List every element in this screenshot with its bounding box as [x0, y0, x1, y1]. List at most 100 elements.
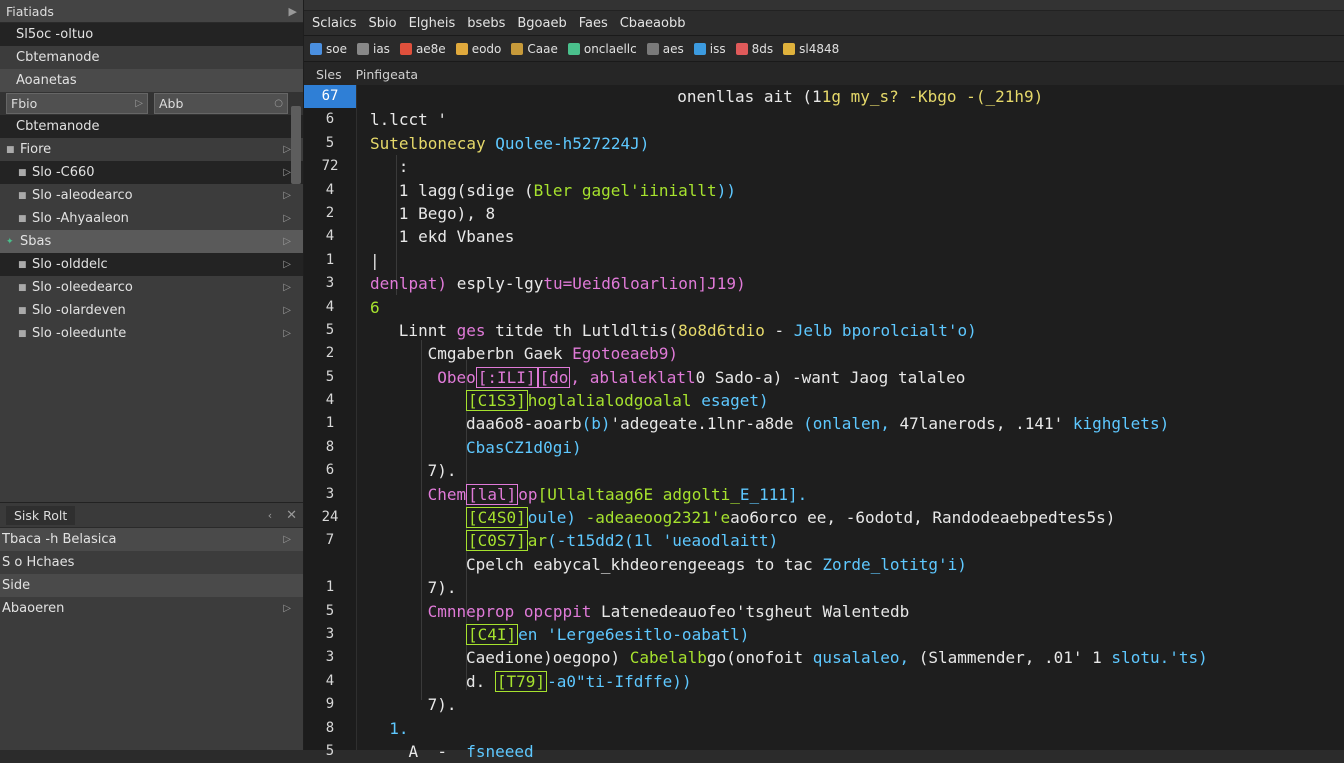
- toolbar-button[interactable]: aes: [646, 42, 684, 56]
- code-token: odgoalal: [614, 391, 702, 411]
- code-line: d. [T79] -a0"ti-Ifdffe)): [370, 670, 1344, 693]
- line-number: 24: [321, 509, 339, 526]
- menu-item[interactable]: Bgoaeb: [517, 16, 566, 31]
- code-line: Linnt ges titde th Lutldltis(8o8d6tdio -…: [370, 319, 1344, 342]
- chevron-right-icon[interactable]: ▷: [283, 603, 291, 614]
- chevron-right-icon[interactable]: ▷: [283, 236, 291, 247]
- line-number-gutter: 67 6 5 72 4 2 4 1 3 4 5 2 5 4 1 8 6 3 24 7 1 5 3 3 4 9 8 5: [304, 85, 357, 759]
- tree-item[interactable]: ■ Fiore ▷: [0, 138, 303, 161]
- code-token: al: [595, 391, 615, 411]
- tree-item[interactable]: ■ Slo -aleodearco ▷: [0, 184, 303, 207]
- chevron-right-icon[interactable]: ▷: [283, 259, 291, 270]
- tree-item[interactable]: Cbtemanode: [0, 115, 303, 138]
- tree-item[interactable]: ■ Slo -C660 ▷: [0, 161, 303, 184]
- tree-item[interactable]: Aoanetas: [0, 69, 303, 92]
- line-number: 4: [325, 298, 335, 315]
- bottom-list-item[interactable]: Side: [0, 574, 303, 597]
- code-token: ao6orco ee,: [730, 508, 846, 528]
- tree-item[interactable]: Sl5oc -oltuo: [0, 23, 303, 46]
- chevron-right-icon[interactable]: ▷: [283, 213, 291, 224]
- toolbar-button[interactable]: onclaellc: [567, 42, 637, 56]
- close-icon[interactable]: ✕: [286, 508, 297, 523]
- tree-item[interactable]: ■ Slo -Ahyaaleon ▷: [0, 207, 303, 230]
- code-token: E_111].: [739, 484, 808, 504]
- collapse-icon[interactable]: ‹: [268, 509, 272, 522]
- menu-item[interactable]: Sclaics: [312, 16, 357, 31]
- code-token: (Slammender, .01' 1: [918, 648, 1112, 668]
- code-line: denlpat) esply-lgytu=Ueid6loarlion]J19): [370, 272, 1344, 295]
- chevron-right-icon[interactable]: ▷: [283, 534, 291, 545]
- line-number: [304, 553, 356, 576]
- editor-tab[interactable]: Sles: [316, 67, 342, 82]
- code-token: 1 lagg(sdige (: [398, 180, 534, 200]
- code-editor[interactable]: 67 6 5 72 4 2 4 1 3 4 5 2 5 4 1 8 6 3 24 7 1 5 3 3 4 9 8 5 onenllas…: [304, 85, 1344, 761]
- menu-item[interactable]: Elgheis: [409, 16, 456, 31]
- toolbar-button[interactable]: eodo: [455, 42, 501, 56]
- code-token: Egotoeaeb9): [572, 344, 679, 364]
- toolbar-icon: [399, 42, 412, 55]
- code-line: 7).: [370, 459, 1344, 482]
- code-token: Cmgaberbn Gaek: [427, 344, 573, 364]
- line-number: 4: [325, 228, 335, 245]
- bottom-list-item-label: Abaoeren: [2, 601, 65, 616]
- code-token: [T79]: [494, 670, 548, 692]
- filter-field[interactable]: Fbio ▷: [6, 93, 148, 114]
- chevron-right-icon[interactable]: ▶: [289, 5, 297, 18]
- tree-item[interactable]: Cbtemanode: [0, 46, 303, 69]
- bottom-list-item[interactable]: S o Hchaes: [0, 551, 303, 574]
- line-number: 3: [325, 649, 335, 666]
- code-line: 1 ekd Vbanes: [370, 225, 1344, 248]
- toolbar-button[interactable]: 8ds: [735, 42, 773, 56]
- filter-select[interactable]: Abb ○: [154, 93, 288, 114]
- panel-header: Fiatiads ▶: [0, 0, 303, 23]
- bullet-icon: ■: [6, 144, 15, 155]
- chevron-right-icon[interactable]: ▷: [283, 167, 291, 178]
- tree-item[interactable]: ✦ Sbas ▷: [0, 230, 303, 253]
- toolbar-button-label: Caae: [527, 41, 558, 56]
- editor-tab[interactable]: Pinfigeata: [356, 67, 418, 82]
- code-token: esply-lgy: [456, 274, 544, 294]
- code-token: 1 Bego), 8: [398, 203, 496, 223]
- toolbar-icon: [310, 42, 322, 55]
- menu-item[interactable]: Faes: [579, 16, 608, 31]
- chevron-right-icon[interactable]: ▷: [283, 282, 291, 293]
- toolbar-icon: [455, 42, 468, 55]
- bottom-list-item[interactable]: Tbaca -h Belasica ▷: [0, 528, 303, 551]
- bullet-icon: ■: [18, 282, 27, 293]
- toolbar-button[interactable]: ias: [356, 42, 390, 56]
- code-line: 7).: [370, 576, 1344, 599]
- chevron-right-icon[interactable]: ▷: [283, 305, 291, 316]
- line-number: 6: [325, 462, 335, 479]
- menu-item[interactable]: Cbaeaobb: [620, 16, 686, 31]
- code-token: op: [518, 484, 538, 504]
- code-text[interactable]: onenllas ait (11g my_s? -Kbgo -(_21h9) l.…: [370, 85, 1344, 763]
- bullet-icon: ■: [18, 259, 27, 270]
- tree-item[interactable]: ■ Slo -oleedunte ▷: [0, 322, 303, 345]
- chevron-right-icon[interactable]: ▷: [283, 190, 291, 201]
- toolbar-button[interactable]: Caae: [511, 41, 558, 56]
- code-token: Cpelch eabycal_khdeorengeeags to tac: [466, 554, 823, 574]
- toolbar-icon: [693, 42, 706, 55]
- toolbar-button[interactable]: soe: [310, 42, 347, 56]
- toolbar-button[interactable]: sl4848: [783, 42, 839, 56]
- code-token: 1 ekd Vbanes: [398, 227, 515, 247]
- tree-item[interactable]: ■ Slo -oleedearco ▷: [0, 276, 303, 299]
- bottom-panel-title[interactable]: Sisk Rolt: [6, 505, 76, 525]
- tree-item[interactable]: ■ Slo -olddelc ▷: [0, 253, 303, 276]
- tree-item[interactable]: ■ Slo -olardeven ▷: [0, 299, 303, 322]
- line-number: 5: [325, 321, 335, 338]
- menu-item[interactable]: Sbio: [369, 16, 397, 31]
- menu-item[interactable]: bsebs: [467, 16, 505, 31]
- star-icon: ✦: [6, 236, 14, 247]
- tree-item-label: Slo -aleodearco: [32, 188, 133, 203]
- chevron-right-icon[interactable]: ▷: [283, 144, 291, 155]
- toolbar-button[interactable]: ae8e: [399, 42, 446, 56]
- line-number: 9: [325, 696, 335, 713]
- bottom-list-item[interactable]: Abaoeren ▷: [0, 597, 303, 620]
- toolbar-button[interactable]: iss: [693, 42, 726, 56]
- code-token: (onlalen,: [803, 414, 900, 434]
- chevron-right-icon[interactable]: ▷: [283, 328, 291, 339]
- scrollbar-thumb[interactable]: [291, 106, 301, 184]
- tree-item-label: Cbtemanode: [16, 50, 100, 65]
- code-token: ar: [527, 531, 548, 551]
